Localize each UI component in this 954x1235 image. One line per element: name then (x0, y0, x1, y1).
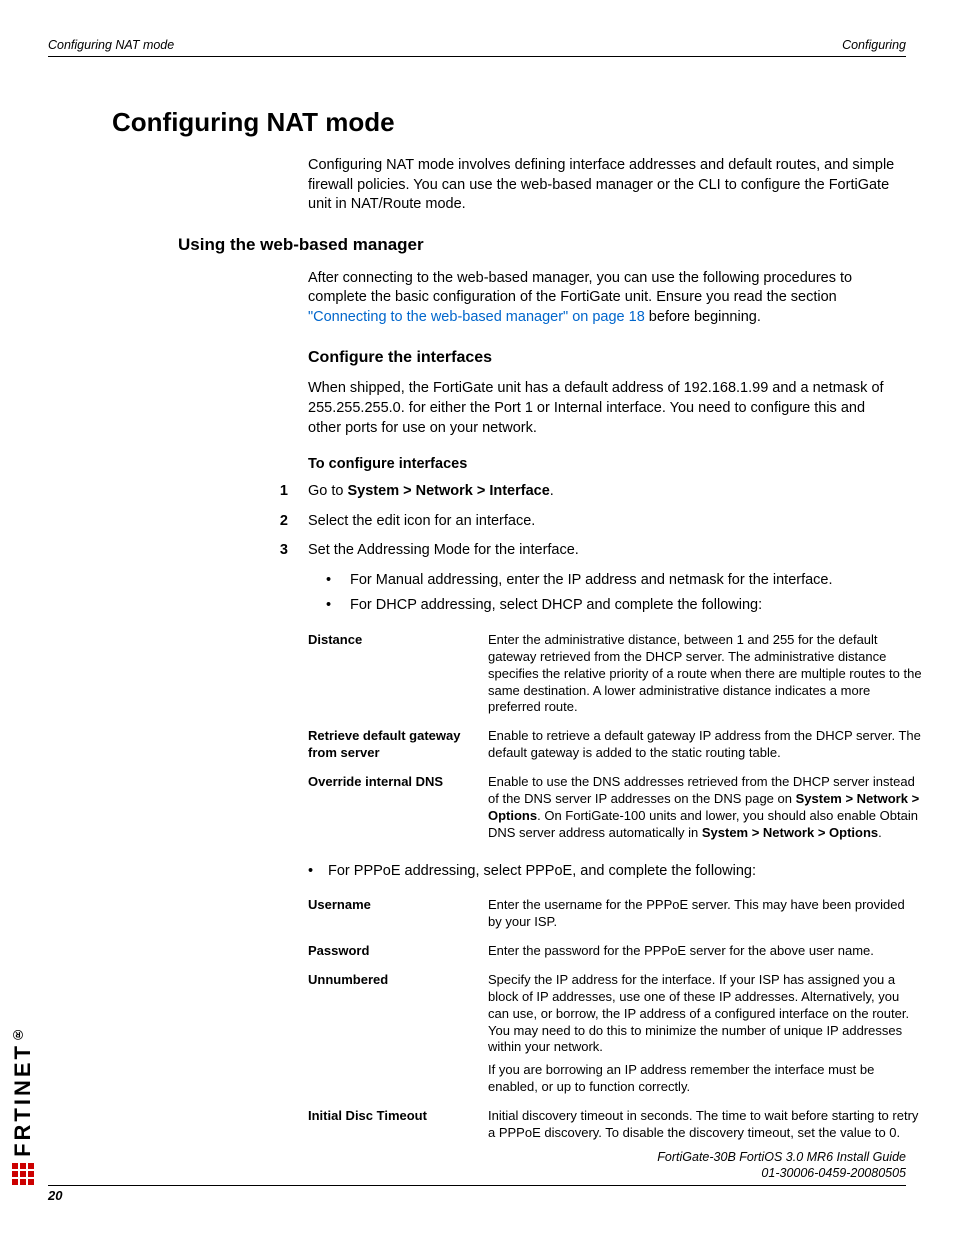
page-title: Configuring NAT mode (112, 107, 906, 138)
table-row: Initial Disc Timeout Initial discovery t… (308, 1104, 928, 1150)
subsection-heading: Configure the interfaces (308, 349, 906, 367)
term: Unnumbered (308, 968, 488, 1104)
table-row: Username Enter the username for the PPPo… (308, 893, 928, 939)
header-left: Configuring NAT mode (48, 38, 174, 52)
list-item: • For PPPoE addressing, select PPPoE, an… (308, 862, 896, 882)
dhcp-options-table: Distance Enter the administrative distan… (308, 628, 928, 850)
description: Enter the administrative distance, betwe… (488, 628, 928, 724)
list-item: • For Manual addressing, enter the IP ad… (326, 571, 896, 591)
cross-reference-link[interactable]: "Connecting to the web-based manager" on… (308, 309, 645, 325)
term: Password (308, 939, 488, 968)
term: Distance (308, 628, 488, 724)
term: Retrieve default gateway from server (308, 724, 488, 770)
list-item: 3 Set the Addressing Mode for the interf… (272, 541, 896, 561)
description: Enable to retrieve a default gateway IP … (488, 724, 928, 770)
subsection-paragraph: When shipped, the FortiGate unit has a d… (308, 379, 896, 438)
procedure-heading: To configure interfaces (308, 456, 906, 472)
term: Initial Disc Timeout (308, 1104, 488, 1150)
description: Enter the password for the PPPoE server … (488, 939, 928, 968)
table-row: Password Enter the password for the PPPo… (308, 939, 928, 968)
section-heading: Using the web-based manager (178, 235, 906, 255)
description: Specify the IP address for the interface… (488, 968, 928, 1104)
table-row: Unnumbered Specify the IP address for th… (308, 968, 928, 1104)
page-header: Configuring NAT mode Configuring (48, 38, 906, 57)
intro-paragraph: Configuring NAT mode involves defining i… (308, 156, 896, 215)
bullet-list: • For Manual addressing, enter the IP ad… (326, 571, 896, 616)
menu-path: System > Network > Interface (348, 483, 550, 499)
description: Enter the username for the PPPoE server.… (488, 893, 928, 939)
page-footer: FortiGate-30B FortiOS 3.0 MR6 Install Gu… (48, 1149, 906, 1204)
table-row: Distance Enter the administrative distan… (308, 628, 928, 724)
footer-doc-title: FortiGate-30B FortiOS 3.0 MR6 Install Gu… (48, 1149, 906, 1165)
list-item: • For DHCP addressing, select DHCP and c… (326, 596, 896, 616)
description: Enable to use the DNS addresses retrieve… (488, 770, 928, 850)
list-item: 2 Select the edit icon for an interface. (272, 512, 896, 532)
section-paragraph: After connecting to the web-based manage… (308, 269, 896, 328)
table-row: Override internal DNS Enable to use the … (308, 770, 928, 850)
list-item: 1 Go to System > Network > Interface. (272, 482, 896, 502)
page-number: 20 (48, 1188, 62, 1203)
description: Initial discovery timeout in seconds. Th… (488, 1104, 928, 1150)
table-row: Retrieve default gateway from server Ena… (308, 724, 928, 770)
numbered-list: 1 Go to System > Network > Interface. 2 … (272, 482, 896, 561)
header-right: Configuring (842, 38, 906, 52)
pppoe-options-table: Username Enter the username for the PPPo… (308, 893, 928, 1150)
logo-text: FRTINET® (10, 1024, 36, 1157)
term: Override internal DNS (308, 770, 488, 850)
bullet-list: • For PPPoE addressing, select PPPoE, an… (308, 862, 896, 882)
page: Configuring NAT mode Configuring Configu… (0, 0, 954, 1235)
fortinet-logo: FRTINET® (10, 945, 36, 1185)
fortinet-icon (12, 1163, 34, 1185)
footer-doc-id: 01-30006-0459-20080505 (48, 1165, 906, 1181)
term: Username (308, 893, 488, 939)
